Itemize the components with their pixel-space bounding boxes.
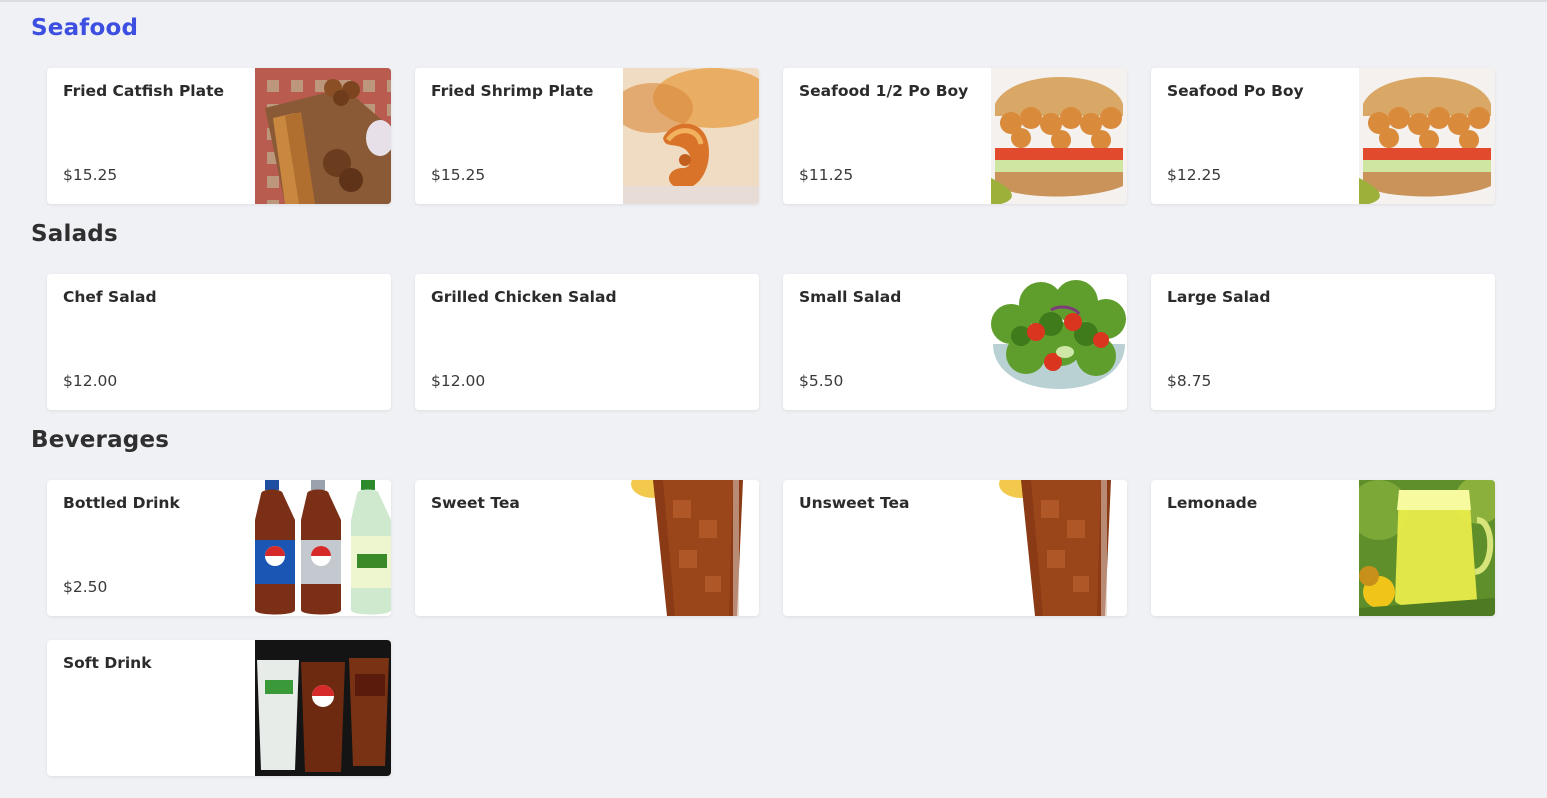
bottles-photo <box>255 480 391 616</box>
item-name: Unsweet Tea <box>799 494 910 512</box>
menu-item-card[interactable]: Soft Drink <box>47 640 391 776</box>
item-name: Sweet Tea <box>431 494 520 512</box>
item-name: Chef Salad <box>63 288 157 306</box>
item-name: Bottled Drink <box>63 494 180 512</box>
item-price: $11.25 <box>799 166 854 184</box>
lemonade-photo <box>1359 480 1495 616</box>
menu-item-card[interactable]: Seafood 1/2 Po Boy $11.25 <box>783 68 1127 204</box>
item-price: $8.75 <box>1167 372 1212 390</box>
section-title-seafood[interactable]: Seafood <box>31 15 138 41</box>
section-title-salads[interactable]: Salads <box>31 221 118 247</box>
item-price: $12.00 <box>431 372 486 390</box>
iced-tea-photo <box>623 480 759 616</box>
item-name: Seafood Po Boy <box>1167 82 1304 100</box>
po-boy-photo <box>991 68 1127 204</box>
menu-item-card[interactable]: Fried Shrimp Plate $15.25 <box>415 68 759 204</box>
item-name: Large Salad <box>1167 288 1271 306</box>
item-price: $2.50 <box>63 578 108 596</box>
section-title-beverages[interactable]: Beverages <box>31 427 169 453</box>
item-price: $15.25 <box>63 166 118 184</box>
menu-item-card[interactable]: Large Salad $8.75 <box>1151 274 1495 410</box>
menu-item-card[interactable]: Bottled Drink $2.50 <box>47 480 391 616</box>
item-name: Fried Shrimp Plate <box>431 82 594 100</box>
menu-item-card[interactable]: Lemonade <box>1151 480 1495 616</box>
menu-item-card[interactable]: Seafood Po Boy $12.25 <box>1151 68 1495 204</box>
po-boy-photo <box>1359 68 1495 204</box>
item-price: $5.50 <box>799 372 844 390</box>
salad-photo <box>991 274 1127 410</box>
shrimp-photo <box>623 68 759 204</box>
item-name: Grilled Chicken Salad <box>431 288 617 306</box>
item-name: Seafood 1/2 Po Boy <box>799 82 969 100</box>
menu-item-card[interactable]: Unsweet Tea <box>783 480 1127 616</box>
item-price: $15.25 <box>431 166 486 184</box>
menu-item-card[interactable]: Small Salad $5.50 <box>783 274 1127 410</box>
menu-item-card[interactable]: Chef Salad $12.00 <box>47 274 391 410</box>
soft-drinks-photo <box>255 640 391 776</box>
catfish-photo <box>255 68 391 204</box>
iced-tea-photo <box>991 480 1127 616</box>
item-price: $12.00 <box>63 372 118 390</box>
item-name: Soft Drink <box>63 654 152 672</box>
menu-item-card[interactable]: Grilled Chicken Salad $12.00 <box>415 274 759 410</box>
item-price: $12.25 <box>1167 166 1222 184</box>
item-name: Fried Catfish Plate <box>63 82 225 100</box>
item-name: Lemonade <box>1167 494 1258 512</box>
menu-item-card[interactable]: Fried Catfish Plate $15.25 <box>47 68 391 204</box>
item-name: Small Salad <box>799 288 902 306</box>
menu-item-card[interactable]: Sweet Tea <box>415 480 759 616</box>
